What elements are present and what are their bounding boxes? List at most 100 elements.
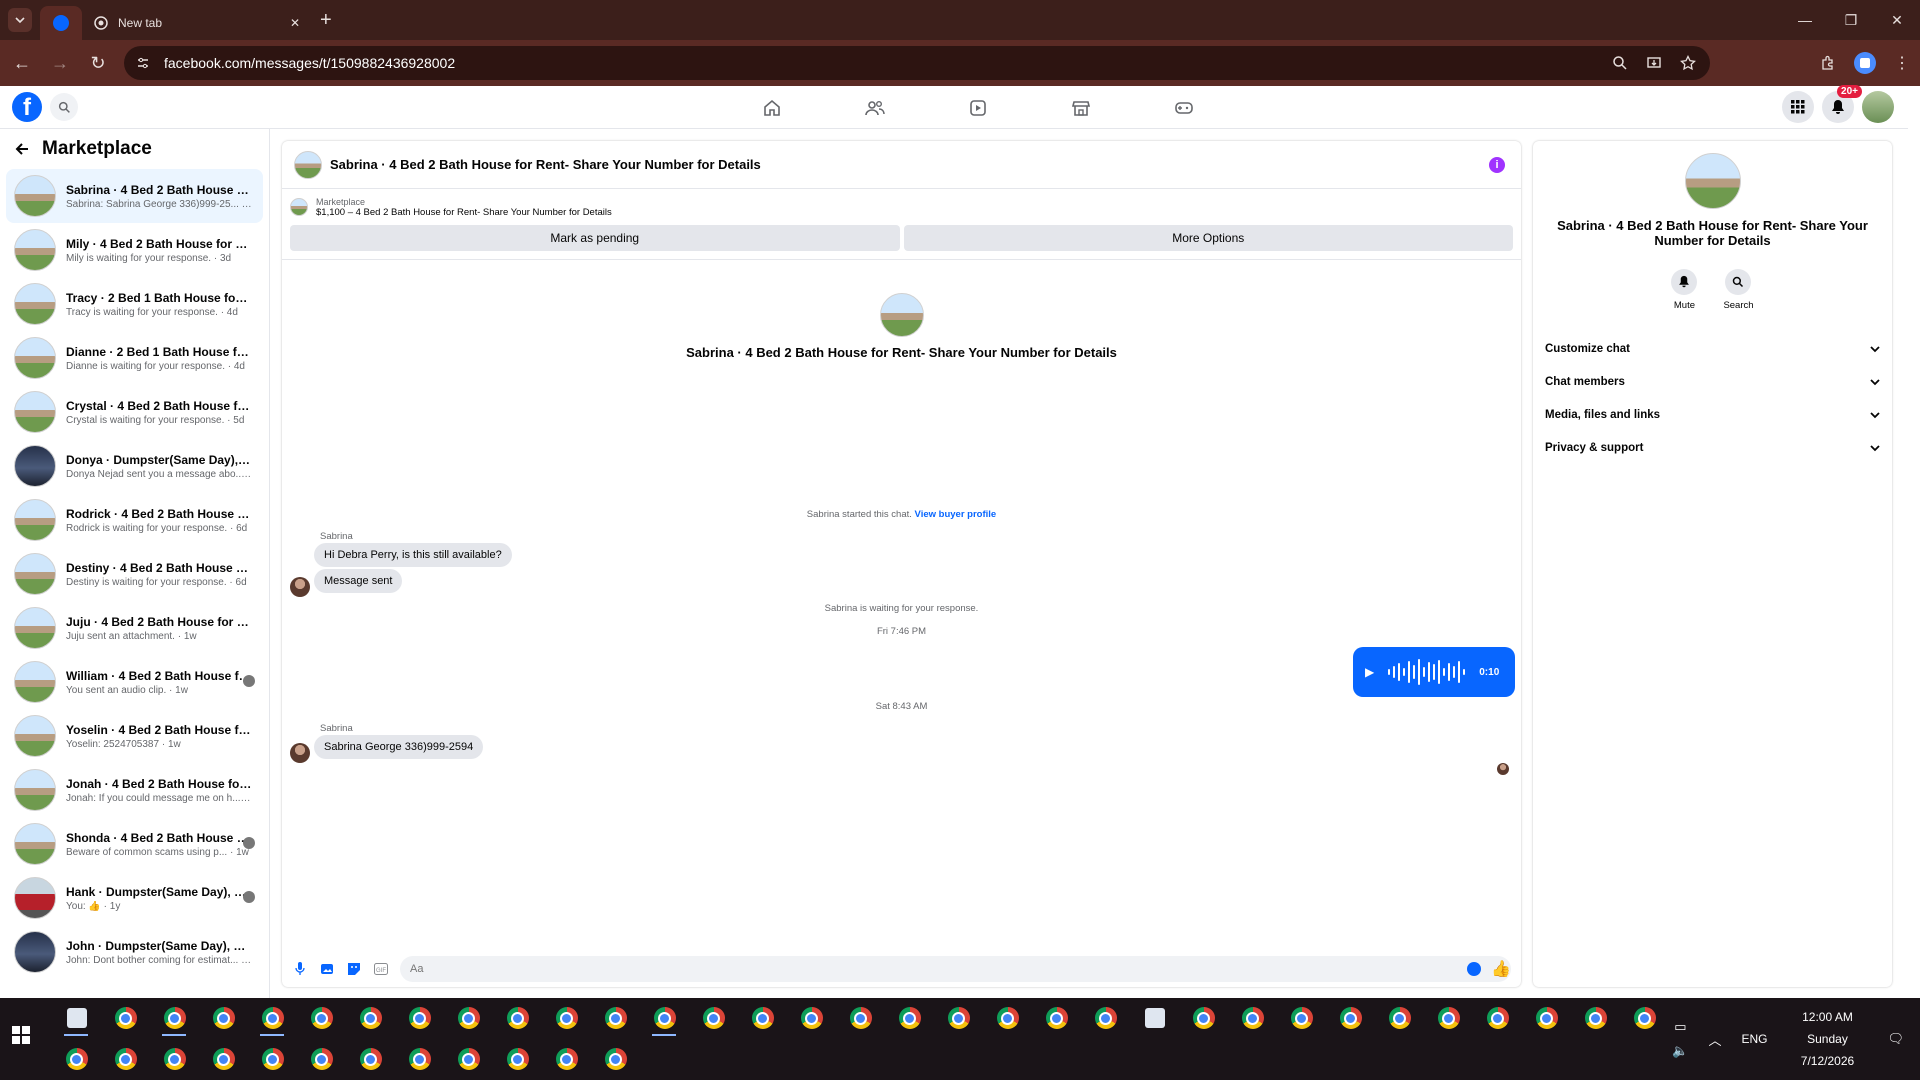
panel-section-row[interactable]: Media, files and links — [1533, 399, 1892, 432]
conversation-item[interactable]: Rodrick · 4 Bed 2 Bath House for R... Ro… — [6, 493, 263, 547]
language-indicator[interactable]: ENG — [1741, 1032, 1767, 1046]
panel-section-row[interactable]: Privacy & support — [1533, 432, 1892, 465]
nav-friends[interactable] — [823, 86, 926, 129]
reload-button[interactable]: ↻ — [82, 47, 114, 79]
photo-icon[interactable] — [319, 961, 335, 977]
mark-as-pending-button[interactable]: Mark as pending — [290, 225, 900, 251]
taskbar-app[interactable] — [1130, 998, 1179, 1038]
info-icon[interactable]: i — [1489, 157, 1505, 173]
install-app-icon[interactable] — [1646, 55, 1662, 71]
taskbar-app[interactable] — [395, 998, 444, 1038]
conversation-item[interactable]: Crystal · 4 Bed 2 Bath House for R... Cr… — [6, 385, 263, 439]
taskbar-app[interactable] — [444, 1039, 493, 1079]
conversation-item[interactable]: Sabrina · 4 Bed 2 Bath House for R... Sa… — [6, 169, 263, 223]
conversation-item[interactable]: Mily · 4 Bed 2 Bath House for Rent... Mi… — [6, 223, 263, 277]
sender-avatar[interactable] — [290, 577, 310, 597]
new-tab-button[interactable]: + — [320, 9, 332, 32]
taskbar-app[interactable] — [444, 998, 493, 1038]
taskbar-app[interactable] — [836, 998, 885, 1038]
close-window-button[interactable]: ✕ — [1874, 0, 1920, 40]
conversation-item[interactable]: Jonah · 4 Bed 2 Bath House for Re... Jon… — [6, 763, 263, 817]
conversation-item[interactable]: Hank · Dumpster(Same Day), Re... You: 👍 … — [6, 871, 263, 925]
extensions-icon[interactable] — [1820, 55, 1836, 71]
fb-search-button[interactable] — [50, 93, 78, 121]
taskbar-app[interactable] — [248, 998, 297, 1038]
panel-avatar[interactable] — [1684, 153, 1741, 209]
forward-button[interactable]: → — [44, 47, 76, 79]
taskbar-app[interactable] — [346, 998, 395, 1038]
taskbar-app[interactable] — [1326, 998, 1375, 1038]
taskbar-app[interactable] — [52, 998, 101, 1038]
site-info-icon[interactable] — [136, 56, 150, 70]
panel-section-row[interactable]: Chat members — [1533, 366, 1892, 399]
bookmark-star-icon[interactable] — [1680, 55, 1696, 71]
tab-facebook[interactable] — [40, 6, 82, 40]
taskbar-app[interactable] — [934, 998, 983, 1038]
taskbar-app[interactable] — [983, 998, 1032, 1038]
microphone-icon[interactable] — [292, 961, 308, 977]
more-options-button[interactable]: More Options — [903, 225, 1513, 251]
account-avatar[interactable] — [1862, 91, 1894, 123]
panel-section-row[interactable]: Customize chat — [1533, 333, 1892, 366]
sticker-icon[interactable] — [346, 961, 362, 977]
notification-center-icon[interactable]: 🗨 — [1887, 1031, 1904, 1047]
audio-message[interactable]: ▶ 0:10 — [1353, 647, 1515, 697]
nav-marketplace[interactable] — [1029, 86, 1132, 129]
taskbar-app[interactable] — [395, 1039, 444, 1079]
gif-icon[interactable]: GIF — [373, 961, 389, 977]
conversation-item[interactable]: Tracy · 2 Bed 1 Bath House for Ren... Tr… — [6, 277, 263, 331]
taskbar-app[interactable] — [1179, 998, 1228, 1038]
taskbar-app[interactable] — [1522, 998, 1571, 1038]
emoji-icon[interactable] — [1467, 962, 1481, 976]
taskbar-app[interactable] — [1081, 998, 1130, 1038]
taskbar-app[interactable] — [787, 998, 836, 1038]
show-hidden-icons-icon[interactable]: ︿ — [1708, 1030, 1721, 1049]
taskbar-app[interactable] — [493, 1039, 542, 1079]
profile-icon[interactable] — [1854, 52, 1876, 74]
taskbar-app[interactable] — [101, 998, 150, 1038]
network-icon[interactable]: ▭ — [1674, 1019, 1686, 1035]
taskbar-app[interactable] — [689, 998, 738, 1038]
minimize-button[interactable]: — — [1782, 0, 1828, 40]
taskbar-app[interactable] — [493, 998, 542, 1038]
taskbar-app[interactable] — [1424, 998, 1473, 1038]
conversation-item[interactable]: John · Dumpster(Same Day), Rental John: … — [6, 925, 263, 979]
conversation-item[interactable]: Destiny · 4 Bed 2 Bath House for R... De… — [6, 547, 263, 601]
view-buyer-profile-link[interactable]: View buyer profile — [915, 509, 997, 520]
conversation-item[interactable]: Donya · Dumpster(Same Day), Ren... Donya… — [6, 439, 263, 493]
conversation-item[interactable]: Juju · 4 Bed 2 Bath House for Rent... Ju… — [6, 601, 263, 655]
taskbar-app[interactable] — [150, 1039, 199, 1079]
close-tab-icon[interactable]: ✕ — [290, 16, 300, 30]
address-bar[interactable]: facebook.com/messages/t/1509882436928002 — [124, 46, 1710, 80]
browser-menu-icon[interactable]: ⋮ — [1894, 53, 1910, 73]
taskbar-app[interactable] — [101, 1039, 150, 1079]
taskbar-app[interactable] — [150, 998, 199, 1038]
taskbar-app[interactable] — [297, 1039, 346, 1079]
taskbar-app[interactable] — [297, 998, 346, 1038]
conversation-item[interactable]: Shonda · 4 Bed 2 Bath House fo... Beware… — [6, 817, 263, 871]
chat-title[interactable]: Sabrina · 4 Bed 2 Bath House for Rent- S… — [330, 157, 761, 172]
listing-banner[interactable]: Marketplace $1,100 – 4 Bed 2 Bath House … — [282, 189, 1521, 225]
taskbar-app[interactable] — [738, 998, 787, 1038]
facebook-logo-icon[interactable]: f — [12, 92, 42, 122]
back-button[interactable]: ← — [6, 47, 38, 79]
message-bubble[interactable]: Hi Debra Perry, is this still available? — [314, 543, 512, 567]
conversation-item[interactable]: Dianne · 2 Bed 1 Bath House for R... Dia… — [6, 331, 263, 385]
message-bubble[interactable]: Message sent — [314, 569, 403, 593]
nav-watch[interactable] — [926, 86, 1029, 129]
taskbar-app[interactable] — [542, 1039, 591, 1079]
tab-new-tab[interactable]: New tab ✕ — [82, 6, 312, 40]
tab-search-button[interactable] — [8, 8, 32, 32]
search-button[interactable]: Search — [1723, 268, 1754, 311]
notifications-button[interactable]: 20+ — [1822, 85, 1862, 123]
conversation-item[interactable]: William · 4 Bed 2 Bath House fo... You s… — [6, 655, 263, 709]
thumbs-up-icon[interactable]: 👍 — [1491, 959, 1511, 979]
taskbar-app[interactable] — [199, 998, 248, 1038]
play-icon[interactable]: ▶ — [1365, 665, 1374, 679]
nav-home[interactable] — [720, 86, 823, 129]
taskbar-app[interactable] — [1277, 998, 1326, 1038]
nav-gaming[interactable] — [1132, 86, 1235, 129]
taskbar-app[interactable] — [199, 1039, 248, 1079]
mute-button[interactable]: Mute — [1671, 268, 1698, 311]
restore-button[interactable]: ❐ — [1828, 0, 1874, 40]
